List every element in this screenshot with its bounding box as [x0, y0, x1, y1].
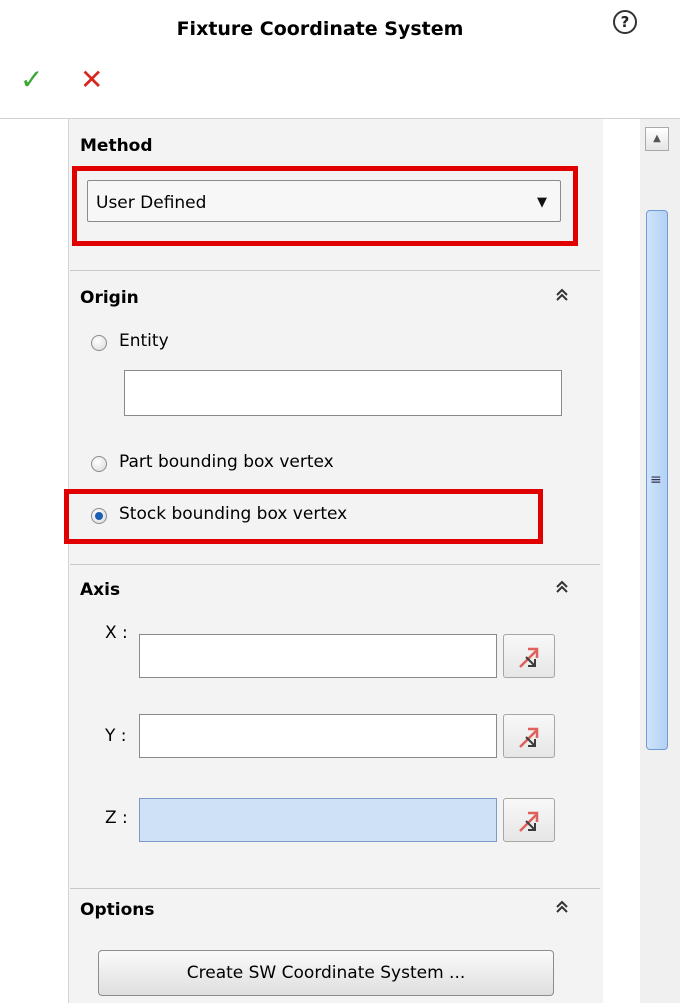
options-section-title: Options [80, 900, 155, 920]
part-bounding-box-radio[interactable] [91, 456, 107, 472]
cancel-x-icon[interactable]: ✕ [80, 66, 103, 94]
entity-radio-label[interactable]: Entity [119, 331, 169, 351]
options-collapse-icon[interactable] [555, 900, 569, 918]
section-divider [70, 564, 600, 565]
x-reverse-direction-button[interactable] [503, 634, 555, 678]
part-bounding-box-label[interactable]: Part bounding box vertex [119, 452, 334, 472]
section-divider [70, 888, 600, 889]
method-highlight-box [72, 166, 578, 246]
axis-collapse-icon[interactable] [555, 580, 569, 598]
x-axis-label: X : [105, 623, 128, 643]
reverse-direction-icon [519, 811, 539, 832]
origin-collapse-icon[interactable] [555, 288, 569, 306]
dialog-title: Fixture Coordinate System [176, 18, 464, 40]
scroll-up-arrow-icon[interactable]: ▲ [645, 127, 669, 151]
ok-checkmark-icon[interactable]: ✓ [20, 66, 43, 94]
stock-highlight-box [64, 489, 543, 544]
entity-radio[interactable] [91, 335, 107, 351]
create-sw-coordinate-system-button[interactable]: Create SW Coordinate System ... [98, 950, 554, 996]
property-panel [68, 119, 603, 1003]
x-axis-field[interactable] [139, 634, 497, 678]
reverse-direction-icon [519, 647, 539, 668]
z-axis-label: Z : [105, 808, 128, 828]
y-axis-field[interactable] [139, 714, 497, 758]
scrollbar-grip-icon: ≡ [650, 472, 662, 488]
entity-selection-field[interactable] [124, 370, 562, 416]
origin-section-title: Origin [80, 288, 139, 308]
z-axis-field[interactable] [139, 798, 497, 842]
method-section-title: Method [80, 136, 153, 156]
y-reverse-direction-button[interactable] [503, 714, 555, 758]
z-reverse-direction-button[interactable] [503, 798, 555, 842]
reverse-direction-icon [519, 727, 539, 748]
help-icon[interactable]: ? [613, 10, 637, 34]
left-gutter [0, 119, 68, 1003]
axis-section-title: Axis [80, 580, 121, 600]
section-divider [70, 270, 600, 271]
y-axis-label: Y : [105, 726, 127, 746]
